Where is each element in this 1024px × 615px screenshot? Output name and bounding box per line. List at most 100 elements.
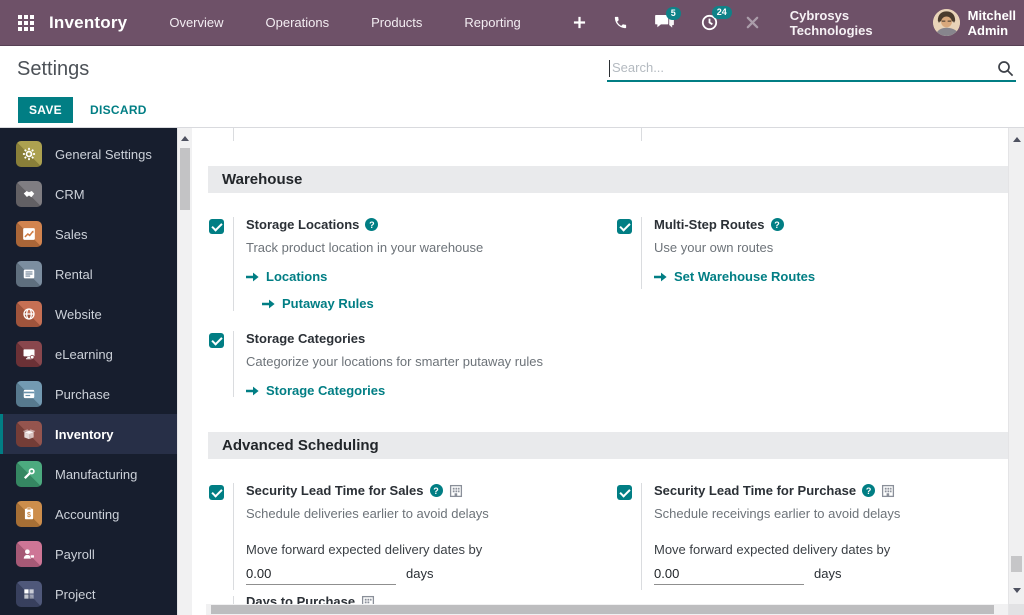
activities-count-badge: 24	[712, 6, 732, 19]
clipboard-dollar-icon: $	[16, 501, 42, 527]
sidebar-item-sales[interactable]: Sales	[0, 214, 177, 254]
unit-label: days	[814, 566, 841, 581]
search-icon[interactable]	[997, 60, 1014, 77]
discard-button[interactable]: DISCARD	[90, 103, 147, 117]
search-box	[607, 56, 1016, 82]
sidebar-item-inventory[interactable]: Inventory	[0, 414, 177, 454]
locations-link[interactable]: Locations	[246, 269, 596, 284]
setting-separator	[641, 217, 642, 289]
scroll-up-arrow-icon[interactable]	[1013, 137, 1021, 142]
page-title: Settings	[17, 58, 89, 81]
sidebar-item-purchase[interactable]: Purchase	[0, 374, 177, 414]
setting-description: Track product location in your warehouse	[246, 240, 596, 255]
setting-description: Categorize your locations for smarter pu…	[246, 354, 666, 369]
menu-products[interactable]: Products	[371, 15, 422, 30]
menu-overview[interactable]: Overview	[169, 15, 223, 30]
menu-reporting[interactable]: Reporting	[464, 15, 520, 30]
scroll-down-arrow-icon[interactable]	[1013, 588, 1021, 593]
sidebar-item-manufacturing[interactable]: Manufacturing	[0, 454, 177, 494]
sidebar-item-label: Sales	[55, 227, 88, 242]
sidebar-item-project[interactable]: Project	[0, 574, 177, 614]
setting-label: Storage Categories	[246, 331, 365, 346]
app-name-menu[interactable]: Inventory	[49, 13, 127, 33]
multi-step-routes-checkbox[interactable]	[617, 219, 632, 234]
settings-app-sidebar: General Settings CRM Sales Rental	[0, 128, 177, 615]
help-icon[interactable]: ?	[430, 484, 443, 497]
sales-lead-time-input[interactable]	[246, 564, 396, 585]
sidebar-item-crm[interactable]: CRM	[0, 174, 177, 214]
horizontal-scrollbar[interactable]	[206, 604, 1008, 615]
odoo-inventory-settings-screen: Inventory Overview Operations Products R…	[0, 0, 1024, 615]
messages-chat-icon[interactable]: 5	[655, 15, 674, 30]
company-building-icon	[881, 484, 895, 498]
sidebar-item-label: eLearning	[55, 347, 113, 362]
company-switcher[interactable]: Cybrosys Technologies	[790, 8, 895, 38]
field-label: Move forward expected delivery dates by	[654, 542, 1004, 557]
help-icon[interactable]: ?	[365, 218, 378, 231]
storage-categories-link[interactable]: Storage Categories	[246, 383, 666, 398]
help-icon[interactable]: ?	[862, 484, 875, 497]
setting-label-row: Storage Locations ?	[246, 217, 596, 232]
messages-count-badge: 5	[666, 7, 681, 20]
globe-icon	[16, 301, 42, 327]
save-button[interactable]: SAVE	[18, 97, 73, 123]
menu-operations[interactable]: Operations	[266, 15, 330, 30]
setting-label-row: Security Lead Time for Purchase ?	[654, 483, 1004, 498]
set-warehouse-routes-link[interactable]: Set Warehouse Routes	[654, 269, 1004, 284]
purchase-lead-time-input[interactable]	[654, 564, 804, 585]
gear-icon	[16, 141, 42, 167]
activities-clock-icon[interactable]: 24	[701, 14, 718, 31]
kanban-icon	[16, 581, 42, 607]
search-input[interactable]	[610, 60, 997, 77]
plus-icon[interactable]	[573, 16, 586, 29]
control-panel: Settings SAVE DISCARD	[0, 46, 1024, 128]
field-label: Move forward expected delivery dates by	[246, 542, 596, 557]
content-scrollbar-thumb[interactable]	[1011, 556, 1022, 572]
sidebar-scrollbar[interactable]	[177, 128, 192, 615]
section-header-advanced-scheduling: Advanced Scheduling	[208, 432, 1008, 459]
sidebar-item-label: General Settings	[55, 147, 152, 162]
arrow-right-icon	[262, 299, 275, 309]
setting-label: Multi-Step Routes	[654, 217, 765, 232]
putaway-rules-link[interactable]: Putaway Rules	[262, 296, 596, 311]
setting-label: Storage Locations	[246, 217, 359, 232]
storage-categories-checkbox[interactable]	[209, 333, 224, 348]
sidebar-item-accounting[interactable]: $ Accounting	[0, 494, 177, 534]
systray-icons: 5 24	[573, 14, 760, 31]
sidebar-item-website[interactable]: Website	[0, 294, 177, 334]
setting-separator	[233, 331, 234, 397]
sidebar-item-rental[interactable]: Rental	[0, 254, 177, 294]
apps-grid-icon[interactable]	[18, 15, 34, 31]
user-menu[interactable]: Mitchell Admin	[933, 8, 1024, 38]
scroll-up-arrow-icon[interactable]	[181, 136, 189, 141]
sidebar-item-general-settings[interactable]: General Settings	[0, 134, 177, 174]
lead-time-purchase-checkbox[interactable]	[617, 485, 632, 500]
sidebar-item-elearning[interactable]: eLearning	[0, 334, 177, 374]
scrollbar-corner	[1009, 604, 1024, 615]
meter-card-icon	[16, 261, 42, 287]
sidebar-item-label: CRM	[55, 187, 85, 202]
setting-separator	[641, 483, 642, 590]
svg-text:$: $	[27, 512, 31, 519]
content-scrollbar[interactable]	[1008, 128, 1024, 615]
section-title: Warehouse	[222, 171, 302, 188]
top-navbar: Inventory Overview Operations Products R…	[0, 0, 1024, 46]
arrow-right-icon	[246, 386, 259, 396]
storage-locations-checkbox[interactable]	[209, 219, 224, 234]
tools-icon[interactable]	[745, 15, 760, 30]
lead-time-sales-checkbox[interactable]	[209, 485, 224, 500]
sidebar-item-label: Project	[55, 587, 95, 602]
user-name: Mitchell Admin	[968, 8, 1024, 38]
chart-up-icon	[16, 221, 42, 247]
help-icon[interactable]: ?	[771, 218, 784, 231]
horizontal-scrollbar-thumb[interactable]	[211, 605, 994, 614]
section-title: Advanced Scheduling	[222, 437, 379, 454]
sidebar-item-payroll[interactable]: Payroll	[0, 534, 177, 574]
sidebar-item-label: Inventory	[55, 427, 114, 442]
sidebar-scrollbar-thumb[interactable]	[180, 148, 190, 210]
column-separator	[233, 128, 234, 141]
wrench-icon	[16, 461, 42, 487]
phone-icon[interactable]	[613, 15, 628, 30]
setting-label-row: Security Lead Time for Sales ?	[246, 483, 596, 498]
purchase-card-icon	[16, 381, 42, 407]
